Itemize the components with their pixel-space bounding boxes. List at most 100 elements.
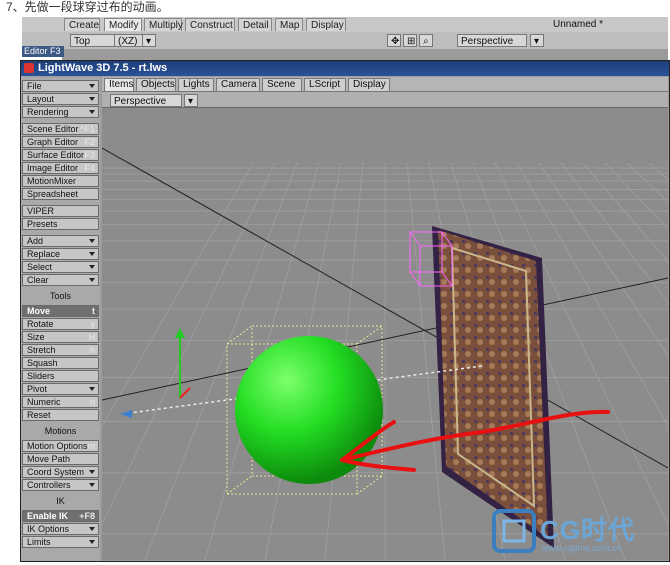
watermark-brand: CG时代: [540, 515, 636, 545]
lightwave-logo-icon: [24, 63, 34, 73]
sidebar-spreadsheet-button[interactable]: Spreadsheet: [22, 188, 99, 200]
tab-map[interactable]: Map: [275, 18, 303, 31]
sidebar-sliders-button[interactable]: Sliders: [22, 370, 99, 382]
dropdown-arrow-icon: [89, 110, 95, 114]
sidebar-layout-button[interactable]: Layout: [22, 93, 99, 105]
move-view-icon[interactable]: ✥: [387, 34, 401, 47]
axis-gizmo[interactable]: [175, 328, 191, 399]
shortcut-key: m: [87, 441, 96, 451]
sidebar-motion-options-button[interactable]: Motion Options m: [22, 440, 99, 452]
rotate-view-icon[interactable]: ⊞: [403, 34, 417, 47]
tab-construct[interactable]: Construct: [185, 18, 235, 31]
shortcut-key: +F8: [79, 511, 95, 521]
sidebar-rotate-button[interactable]: Rotate y: [22, 318, 99, 330]
sidebar-reset-button[interactable]: Reset: [22, 409, 99, 421]
ground-grid: [102, 147, 668, 560]
sidebar-label: Controllers: [27, 480, 71, 490]
sidebar-label: Rotate: [27, 319, 54, 329]
sidebar-file-button[interactable]: File: [22, 80, 99, 92]
shortcut-key: t: [92, 306, 95, 316]
dropdown-arrow-icon: [89, 278, 95, 282]
sidebar-label: Select: [27, 262, 53, 272]
sidebar-label: Pivot: [27, 384, 48, 394]
sidebar-label: Size: [27, 332, 45, 342]
dropdown-arrow-icon: [89, 97, 95, 101]
tab-detail[interactable]: Detail: [238, 18, 272, 31]
sidebar-coord-system-button[interactable]: Coord System: [22, 466, 99, 478]
sidebar-pivot-button[interactable]: Pivot: [22, 383, 99, 395]
sidebar-move-button[interactable]: Move t: [22, 305, 99, 317]
editor-label: Editor F3: [22, 46, 64, 57]
sidebar-viper-button[interactable]: VIPER: [22, 205, 99, 217]
tab-camera[interactable]: Camera: [216, 78, 260, 91]
dropdown-arrow-icon: [89, 470, 95, 474]
sidebar-label: File: [27, 81, 42, 91]
tab-items[interactable]: Items: [104, 78, 134, 91]
tab-objects[interactable]: Objects: [136, 78, 176, 91]
section-tools: Tools: [22, 291, 99, 303]
dropdown-arrow-icon: [89, 265, 95, 269]
layout-window: LightWave 3D 7.5 - rt.lws File Layout Rend…: [20, 60, 670, 562]
tab-multiply[interactable]: Multiply: [144, 18, 183, 31]
sidebar-image-editor-button[interactable]: Image Editor F4: [22, 162, 99, 174]
sidebar-label: IK: [56, 496, 65, 506]
sidebar-label: VIPER: [27, 206, 55, 216]
sidebar-squash-button[interactable]: Squash: [22, 357, 99, 369]
sidebar-label: Motion Options: [27, 441, 88, 451]
sidebar-select-button[interactable]: Select: [22, 261, 99, 273]
sidebar-label: Stretch: [27, 345, 56, 355]
cloth-rug[interactable]: [432, 226, 554, 548]
sidebar-stretch-button[interactable]: Stretch h: [22, 344, 99, 356]
toolbar-sidebar: File Layout Rendering Scene Editor ^F1 Graph …: [21, 77, 100, 561]
sidebar-label: Squash: [27, 358, 58, 368]
axis-dropdown-button[interactable]: ▾: [142, 34, 156, 47]
tab-create[interactable]: Create: [64, 18, 100, 31]
sidebar-label: Spreadsheet: [27, 189, 79, 199]
tab-display[interactable]: Display: [348, 78, 390, 91]
sidebar-move-path-button[interactable]: Move Path: [22, 453, 99, 465]
sidebar-numeric-button[interactable]: Numeric n: [22, 396, 99, 408]
sidebar-label: Image Editor: [27, 163, 79, 173]
sidebar-label: Numeric: [27, 397, 61, 407]
viewport-mode-dropdown[interactable]: ▾: [184, 94, 198, 107]
sidebar-add-button[interactable]: Add: [22, 235, 99, 247]
caption-text: 7、先做一段球穿过布的动画。: [6, 0, 169, 14]
sidebar-replace-button[interactable]: Replace: [22, 248, 99, 260]
dropdown-arrow-icon: [89, 239, 95, 243]
tab-modify[interactable]: Modify: [104, 18, 142, 31]
tab-lights[interactable]: Lights: [178, 78, 214, 91]
sidebar-label: Move: [27, 306, 51, 316]
sidebar-motionmixer-button[interactable]: MotionMixer: [22, 175, 99, 187]
tab-display[interactable]: Display: [306, 18, 346, 31]
sidebar-label: Tools: [49, 291, 71, 301]
section-motions: Motions: [22, 426, 99, 438]
dropdown-arrow-icon: [89, 540, 95, 544]
tab-scene[interactable]: Scene: [262, 78, 302, 91]
sidebar-ik-options-button[interactable]: IK Options: [22, 523, 99, 535]
perspective-select[interactable]: Perspective: [457, 34, 527, 47]
tab-lscript[interactable]: LScript: [304, 78, 346, 91]
view-tab-bar: Items Objects Lights Camera Scene LScrip…: [102, 77, 668, 92]
zoom-view-icon[interactable]: ⌕: [419, 34, 433, 47]
sidebar-label: Layout: [27, 94, 55, 104]
sidebar-enable-ik-button[interactable]: Enable IK +F8: [22, 510, 99, 522]
sidebar-presets-button[interactable]: Presets: [22, 218, 99, 230]
sidebar-scene-editor-button[interactable]: Scene Editor ^F1: [22, 123, 99, 135]
sidebar-graph-editor-button[interactable]: Graph Editor F2: [22, 136, 99, 148]
dropdown-arrow-icon: [89, 387, 95, 391]
sidebar-clear-button[interactable]: Clear: [22, 274, 99, 286]
shortcut-key: H: [88, 332, 96, 342]
sidebar-surface-editor-button[interactable]: Surface Editor F3: [22, 149, 99, 161]
sidebar-controllers-button[interactable]: Controllers: [22, 479, 99, 491]
viewport-mode-select[interactable]: Perspective: [110, 94, 182, 107]
viewport[interactable]: [102, 108, 668, 560]
shortcut-key: F3: [84, 150, 95, 160]
dropdown-arrow-icon: [89, 527, 95, 531]
viewport-header: Perspective ▾: [102, 92, 668, 108]
perspective-dropdown-button[interactable]: ▾: [530, 34, 544, 47]
sidebar-size-button[interactable]: Size H: [22, 331, 99, 343]
sidebar-label: Presets: [27, 219, 58, 229]
sidebar-rendering-button[interactable]: Rendering: [22, 106, 99, 118]
sidebar-limits-button[interactable]: Limits: [22, 536, 99, 548]
shortcut-key: n: [89, 397, 95, 407]
